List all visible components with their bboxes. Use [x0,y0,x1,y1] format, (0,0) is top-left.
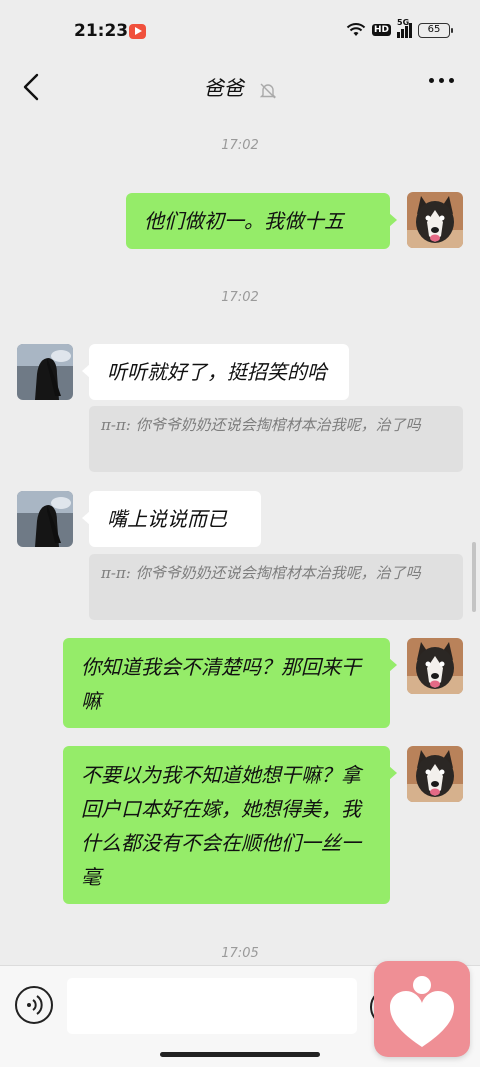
signal-icon: 5G [397,18,412,38]
scrollbar[interactable] [472,542,476,612]
mute-bell-icon [259,83,276,98]
message-input[interactable] [67,978,357,1034]
quoted-reply[interactable]: π-π: 你爷爷奶奶还说会掏棺材本治我呢，治了吗 [89,554,463,620]
received-message[interactable]: 听听就好了，挺招笑的哈 [82,344,349,400]
avatar-self[interactable] [407,192,463,248]
status-time: 21:23 [74,21,129,41]
hd-badge: HD [371,24,391,36]
avatar-contact[interactable] [17,491,73,547]
dog-avatar-icon [407,746,463,802]
portrait-avatar-icon [17,491,73,547]
screen-record-icon [129,24,146,39]
sent-message[interactable]: 你知道我会不清楚吗？那回来干嘛 [63,638,397,728]
heart-app-icon[interactable] [374,961,470,1057]
status-icons: HD 5G 65 [346,18,453,38]
chat-header: 爸爸 [0,60,480,120]
avatar-self[interactable] [407,746,463,802]
wifi-icon [346,23,366,36]
sent-message[interactable]: 他们做初一。我做十五 [126,193,397,249]
quoted-reply[interactable]: π-π: 你爷爷奶奶还说会掏棺材本治我呢，治了吗 [89,406,463,472]
message-list[interactable]: 17:02 他们做初一。我做十五 17:02 听听就好了，挺招笑的哈 π-π: … [0,120,480,965]
voice-waves-icon [27,995,43,1015]
dog-avatar-icon [407,638,463,694]
timestamp: 17:05 [221,946,259,961]
received-message[interactable]: 嘴上说说而已 [82,491,261,547]
voice-icon[interactable] [15,986,53,1024]
dog-avatar-icon [407,192,463,248]
network-label: 5G [397,18,410,27]
more-icon[interactable] [429,78,454,83]
portrait-avatar-icon [17,344,73,400]
chat-title: 爸爸 [203,76,244,100]
timestamp: 17:02 [221,290,259,305]
status-bar: 21:23 HD 5G 65 [0,0,480,60]
sent-message[interactable]: 不要以为我不知道她想干嘛？拿回户口本好在嫁，她想得美，我什么都没有不会在顺他们一… [63,746,397,904]
battery-icon: 65 [418,22,453,38]
heart-person-icon [390,976,454,1047]
timestamp: 17:02 [221,138,259,153]
avatar-self[interactable] [407,638,463,694]
home-indicator[interactable] [160,1052,320,1057]
chat-title-wrap: 爸爸 [0,72,480,101]
avatar-contact[interactable] [17,344,73,400]
